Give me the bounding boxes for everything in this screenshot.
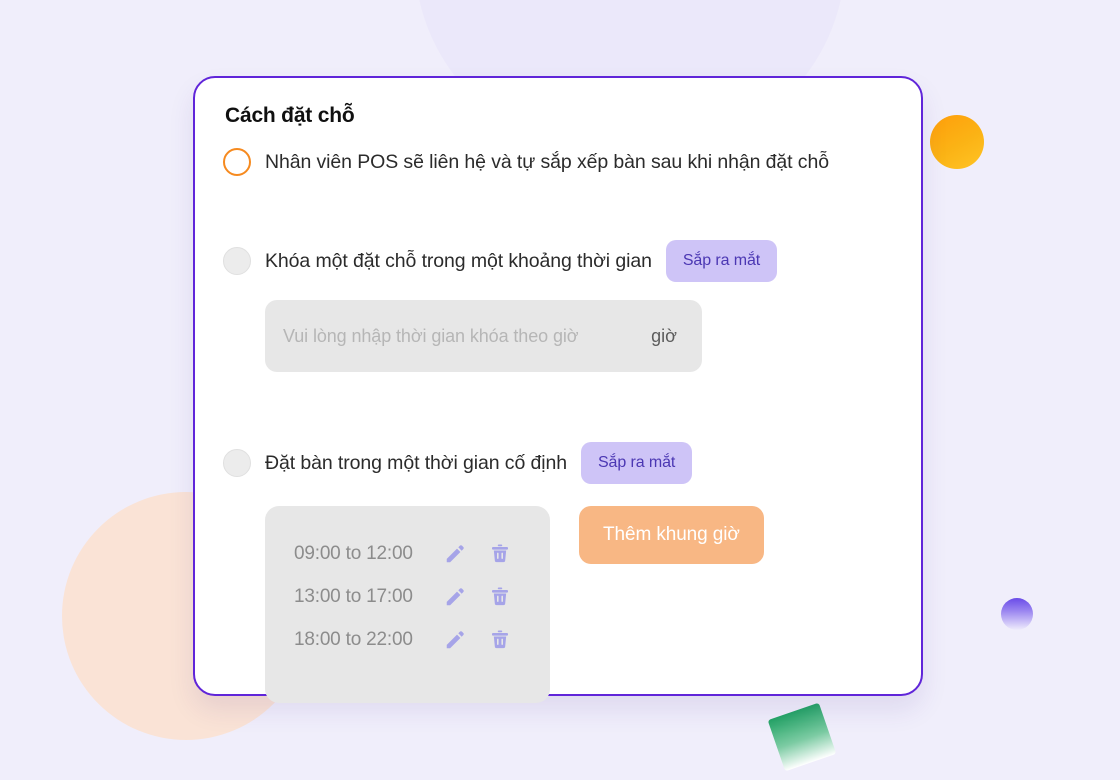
booking-method-card: Cách đặt chỗ Nhân viên POS sẽ liên hệ và… (193, 76, 923, 703)
pencil-icon[interactable] (444, 629, 466, 651)
trash-icon[interactable] (490, 543, 510, 564)
radio-fixed-timeframe[interactable] (223, 449, 251, 477)
option-label-lock-duration: Khóa một đặt chỗ trong một khoảng thời g… (265, 249, 652, 272)
time-slot-label: 09:00 to 12:00 (294, 542, 413, 564)
lock-duration-placeholder: Vui lòng nhập thời gian khóa theo giờ (283, 325, 579, 346)
option-row-staff-arrange[interactable]: Nhân viên POS sẽ liên hệ và tự sắp xếp b… (223, 148, 893, 176)
time-slots-area: 09:00 to 12:00 13:00 to 17:00 18:00 to 2… (265, 506, 893, 703)
page-title: Cách đặt chỗ (225, 104, 355, 127)
add-time-slot-button[interactable]: Thêm khung giờ (579, 506, 764, 564)
list-item[interactable]: 13:00 to 17:00 (265, 575, 550, 618)
time-slots-list: 09:00 to 12:00 13:00 to 17:00 18:00 to 2… (265, 506, 550, 703)
option-row-lock-duration[interactable]: Khóa một đặt chỗ trong một khoảng thời g… (223, 240, 893, 282)
radio-staff-arrange[interactable] (223, 148, 251, 176)
list-item[interactable]: 09:00 to 12:00 (265, 532, 550, 575)
decorative-orange-circle (930, 115, 984, 169)
option-row-fixed-timeframe[interactable]: Đặt bàn trong một thời gian cố định Sắp … (223, 442, 893, 484)
option-label-staff-arrange: Nhân viên POS sẽ liên hệ và tự sắp xếp b… (265, 150, 829, 173)
lock-duration-unit: giờ (651, 325, 677, 346)
list-item[interactable]: 18:00 to 22:00 (265, 618, 550, 661)
radio-lock-duration[interactable] (223, 247, 251, 275)
trash-icon[interactable] (490, 586, 510, 607)
pencil-icon[interactable] (444, 586, 466, 608)
decorative-purple-circle (1001, 598, 1033, 630)
pencil-icon[interactable] (444, 543, 466, 565)
option-label-fixed-timeframe: Đặt bàn trong một thời gian cố định (265, 451, 567, 474)
time-slot-label: 18:00 to 22:00 (294, 628, 413, 650)
status-badge-lock-duration: Sắp ra mắt (665, 240, 778, 282)
lock-duration-input[interactable]: Vui lòng nhập thời gian khóa theo giờ gi… (265, 300, 702, 372)
trash-icon[interactable] (490, 629, 510, 650)
status-badge-fixed-timeframe: Sắp ra mắt (580, 442, 693, 484)
decorative-green-square (767, 702, 837, 772)
time-slot-label: 13:00 to 17:00 (294, 585, 413, 607)
